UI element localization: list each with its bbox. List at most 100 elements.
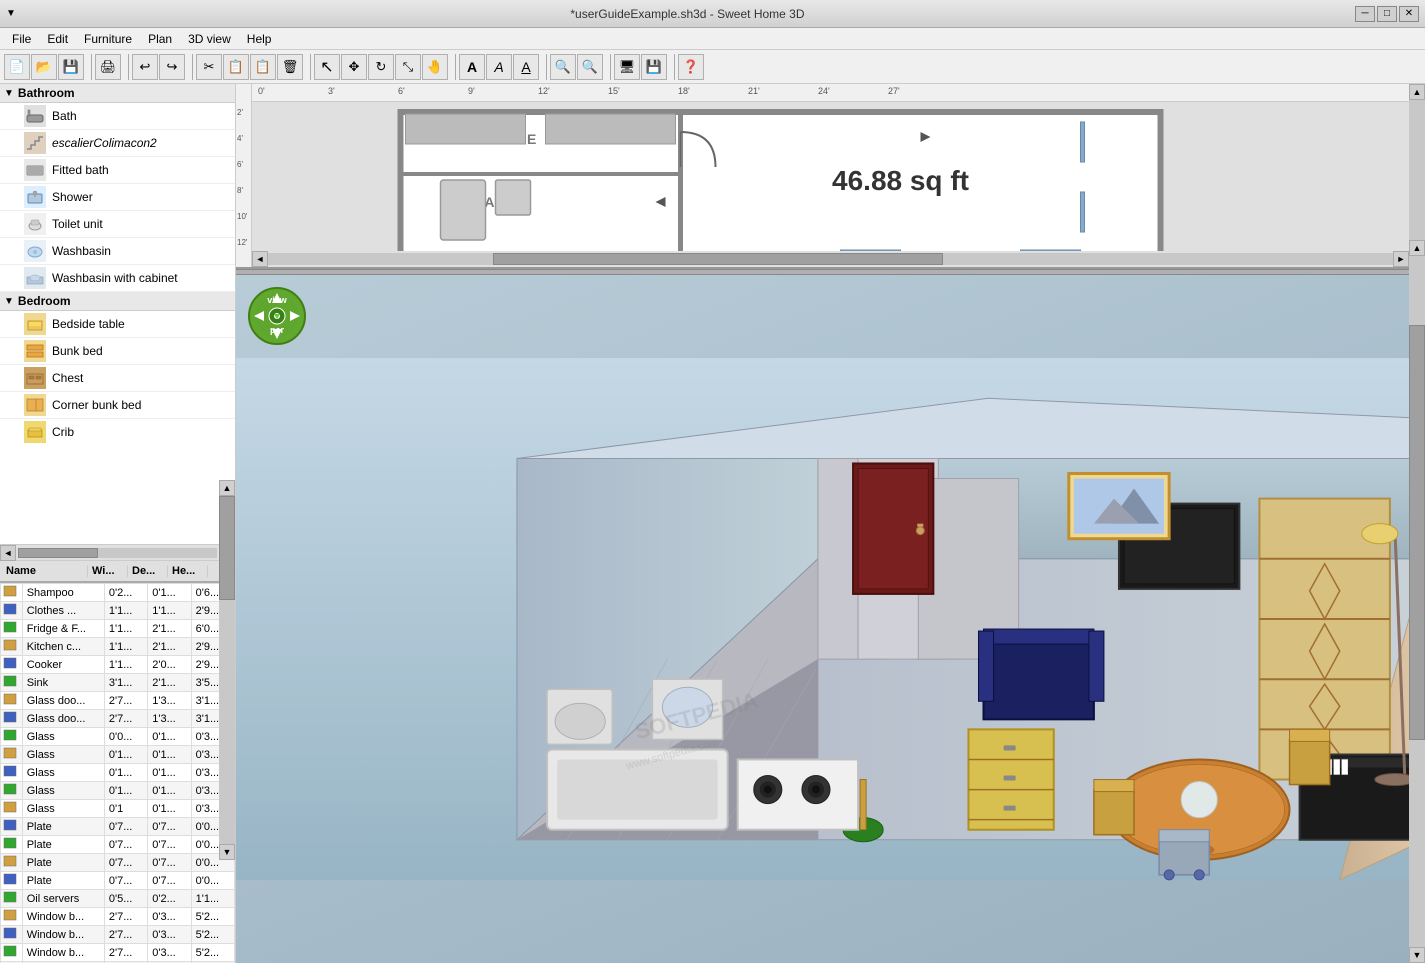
text-tool-3[interactable]: A — [513, 54, 539, 80]
ruler-top: 0' 3' 6' 9' 12' 15' 18' 21' 24' 27' — [252, 84, 1409, 102]
redo-button[interactable]: ↪ — [159, 54, 185, 80]
3d-view[interactable]: view per — [236, 275, 1425, 963]
plan-scroll-left[interactable]: ◄ — [252, 251, 268, 267]
new-button[interactable]: 📄 — [4, 54, 30, 80]
table-row[interactable]: Glass0'1...0'1...0'3... — [1, 746, 235, 764]
table-scroll-thumb[interactable] — [219, 496, 235, 600]
table-cell-name: Window b... — [22, 908, 104, 926]
washbasin-icon — [24, 240, 46, 262]
plan-scroll-right[interactable]: ► — [1393, 251, 1409, 267]
table-cell-depth: 0'3... — [148, 944, 191, 962]
scroll-left-button[interactable]: ◄ — [0, 545, 16, 561]
menu-file[interactable]: File — [4, 30, 39, 48]
undo-button[interactable]: ↩ — [132, 54, 158, 80]
help-button[interactable]: ❓ — [678, 54, 704, 80]
print-button[interactable]: 🖨 — [95, 54, 121, 80]
table-row[interactable]: Window b...2'7...0'3...5'2... — [1, 926, 235, 944]
menu-plan[interactable]: Plan — [140, 30, 180, 48]
table-row[interactable]: Window b...2'7...0'3...5'2... — [1, 944, 235, 962]
tree-item-bunk[interactable]: Bunk bed — [0, 338, 235, 365]
save-button[interactable]: 💾 — [58, 54, 84, 80]
tree-item-bedside[interactable]: Bedside table — [0, 311, 235, 338]
category-bedroom[interactable]: ▼ Bedroom — [0, 292, 235, 311]
table-cell-depth: 0'7... — [148, 854, 191, 872]
tree-item-fitted-bath[interactable]: Fitted bath — [0, 157, 235, 184]
tree-item-shower[interactable]: Shower — [0, 184, 235, 211]
title-dropdown-arrow[interactable]: ▼ — [6, 8, 16, 19]
rotate-tool[interactable]: ↻ — [368, 54, 394, 80]
bathroom-arrow: ▼ — [4, 88, 14, 99]
3d-vscroll-thumb[interactable] — [1409, 325, 1425, 740]
copy-button[interactable]: 📋 — [223, 54, 249, 80]
table-row[interactable]: Oil servers0'5...0'2...1'1... — [1, 890, 235, 908]
table-row[interactable]: Clothes ...1'1...1'1...2'9... — [1, 602, 235, 620]
table-row[interactable]: Shampoo0'2...0'1...0'6... — [1, 584, 235, 602]
plan-content[interactable]: CUISINE BAINS 46.88 sq ft — [252, 102, 1409, 267]
table-row[interactable]: Glass doo...2'7...1'3...3'1... — [1, 710, 235, 728]
3d-vscroll-track[interactable] — [1409, 256, 1425, 947]
close-button[interactable]: ✕ — [1399, 6, 1419, 22]
open-button[interactable]: 📂 — [31, 54, 57, 80]
delete-button[interactable]: 🗑 — [277, 54, 303, 80]
table-scroll-up[interactable]: ▲ — [219, 480, 235, 496]
table-row[interactable]: Plate0'7...0'7...0'0... — [1, 854, 235, 872]
table-row[interactable]: Fridge & F...1'1...2'1...6'0... — [1, 620, 235, 638]
table-row[interactable]: Glass0'1...0'1...0'3... — [1, 764, 235, 782]
3d-scroll-down[interactable]: ▼ — [1409, 947, 1425, 963]
table-row[interactable]: Glass0'1...0'1...0'3... — [1, 782, 235, 800]
menu-edit[interactable]: Edit — [39, 30, 76, 48]
table-scroll-track[interactable] — [219, 496, 235, 844]
table-row[interactable]: Glass0'0...0'1...0'3... — [1, 728, 235, 746]
maximize-button[interactable]: □ — [1377, 6, 1397, 22]
tree-item-toilet[interactable]: Toilet unit — [0, 211, 235, 238]
ruler-mark-3: 3' — [328, 86, 335, 96]
category-bathroom[interactable]: ▼ Bathroom — [0, 84, 235, 103]
plan-scroll-up[interactable]: ▲ — [1409, 84, 1425, 100]
tree-item-crib[interactable]: Crib — [0, 419, 235, 445]
menu-furniture[interactable]: Furniture — [76, 30, 140, 48]
text-tool-1[interactable]: A — [459, 54, 485, 80]
plan-scroll-track-v[interactable] — [1409, 100, 1425, 251]
bunk-label: Bunk bed — [52, 344, 103, 358]
3d-scroll-up[interactable]: ▲ — [1409, 240, 1425, 256]
menu-help[interactable]: Help — [239, 30, 280, 48]
table-row[interactable]: Plate0'7...0'7...0'0... — [1, 818, 235, 836]
tree-item-washbasin-cabinet[interactable]: Washbasin with cabinet — [0, 265, 235, 292]
minimize-button[interactable]: ─ — [1355, 6, 1375, 22]
zoom-out-button[interactable]: 🔍 — [577, 54, 603, 80]
table-row[interactable]: Cooker1'1...2'0...2'9... — [1, 656, 235, 674]
table-cell-depth: 0'1... — [148, 782, 191, 800]
table-row[interactable]: Glass doo...2'7...1'3...3'1... — [1, 692, 235, 710]
tree-item-washbasin[interactable]: Washbasin — [0, 238, 235, 265]
table-row[interactable]: Kitchen c...1'1...2'1...2'9... — [1, 638, 235, 656]
table-row[interactable]: Window b...2'7...0'3...5'2... — [1, 908, 235, 926]
table-row[interactable]: Plate0'7...0'7...0'0... — [1, 872, 235, 890]
table-row[interactable]: Plate0'7...0'7...0'0... — [1, 836, 235, 854]
navigation-widget[interactable]: view per — [248, 287, 306, 345]
table-cell-depth: 0'7... — [148, 818, 191, 836]
tree-item-bath[interactable]: Bath — [0, 103, 235, 130]
resize-tool[interactable]: ⤡ — [395, 54, 421, 80]
table-row[interactable]: Glass0'10'1...0'3... — [1, 800, 235, 818]
move-tool[interactable]: ✥ — [341, 54, 367, 80]
table-scroll-down[interactable]: ▼ — [219, 844, 235, 860]
text-tool-2[interactable]: A — [486, 54, 512, 80]
table-cell-name: Kitchen c... — [22, 638, 104, 656]
export-button[interactable]: 💾 — [641, 54, 667, 80]
tree-item-escalier[interactable]: escalierColimacon2 — [0, 130, 235, 157]
plan-hscroll-track[interactable] — [268, 253, 1393, 265]
pan-tool[interactable]: 🤚 — [422, 54, 448, 80]
menu-3dview[interactable]: 3D view — [180, 30, 239, 48]
scroll-thumb[interactable] — [18, 548, 98, 558]
table-row[interactable]: Sink3'1...2'1...3'5... — [1, 674, 235, 692]
paste-button[interactable]: 📋 — [250, 54, 276, 80]
tree-item-corner-bunk[interactable]: Corner bunk bed — [0, 392, 235, 419]
cut-button[interactable]: ✂ — [196, 54, 222, 80]
ruler-left-mark-3: 6' — [237, 160, 243, 169]
select-tool[interactable]: ↖ — [314, 54, 340, 80]
zoom-in-button[interactable]: 🔍 — [550, 54, 576, 80]
plan-hscroll-thumb[interactable] — [493, 253, 943, 265]
topview-button[interactable]: 🖥 — [614, 54, 640, 80]
scroll-track[interactable] — [18, 548, 217, 558]
tree-item-chest[interactable]: Chest — [0, 365, 235, 392]
